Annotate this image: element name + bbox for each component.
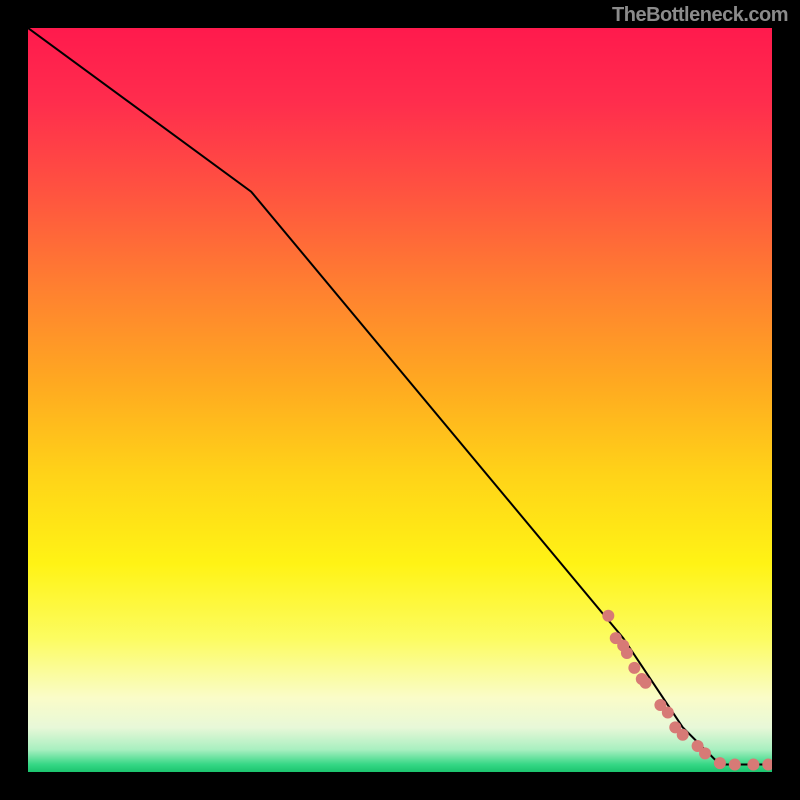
chart-container: TheBottleneck.com	[0, 0, 800, 800]
data-marker	[714, 757, 726, 769]
data-marker	[762, 759, 772, 771]
data-marker	[729, 759, 741, 771]
data-marker	[662, 706, 674, 718]
data-marker	[621, 647, 633, 659]
data-marker	[747, 759, 759, 771]
data-marker	[602, 610, 614, 622]
attribution-label: TheBottleneck.com	[612, 4, 788, 27]
data-marker	[699, 747, 711, 759]
data-marker	[628, 662, 640, 674]
bottleneck-curve	[28, 28, 772, 765]
data-marker	[677, 729, 689, 741]
curve-path	[28, 28, 772, 765]
data-markers	[602, 610, 772, 771]
chart-overlay	[28, 28, 772, 772]
plot-area	[28, 28, 772, 772]
data-marker	[640, 677, 652, 689]
